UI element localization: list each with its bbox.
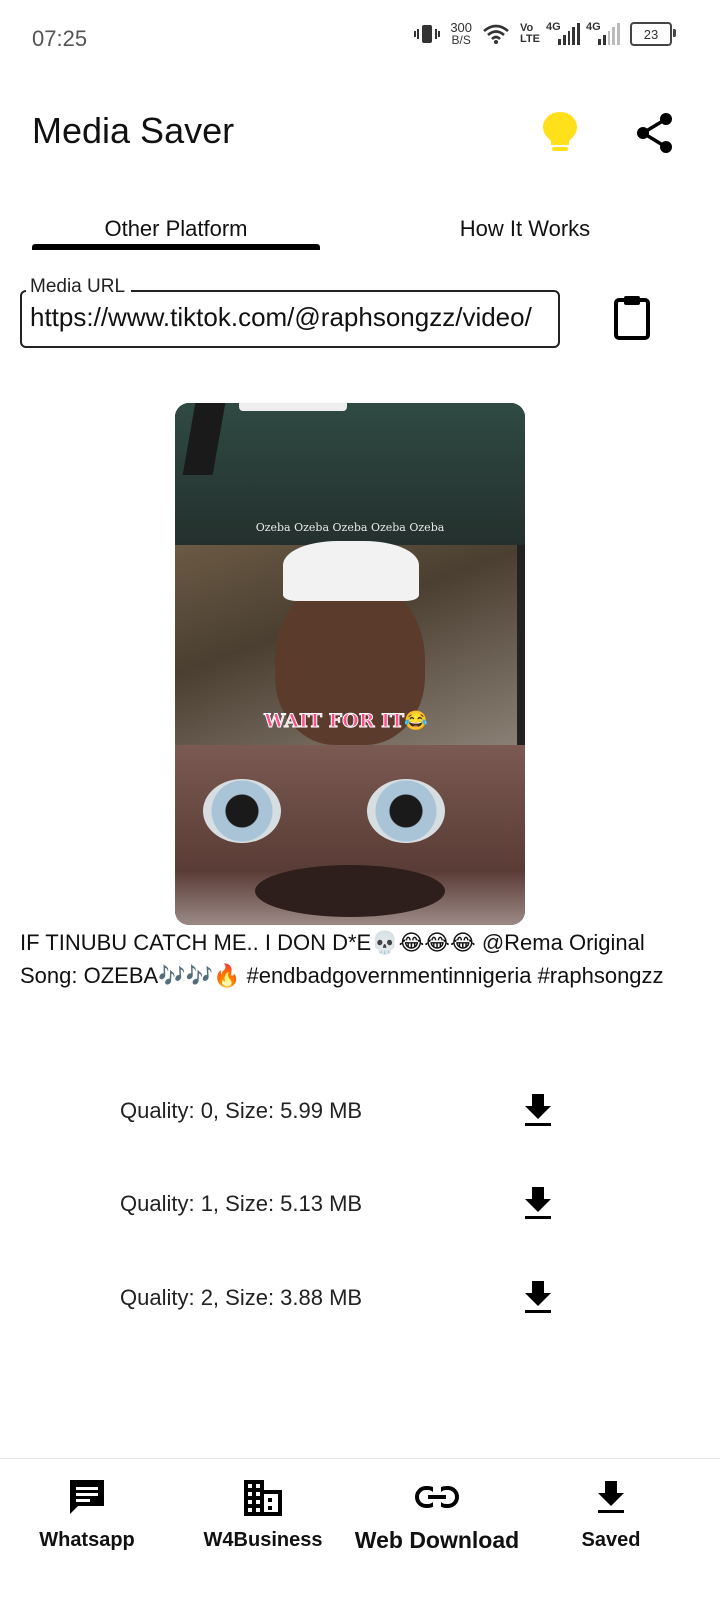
signal-sim1-icon: 4G [546,21,580,45]
tab-how-it-works[interactable]: How It Works [380,216,670,242]
download-icon[interactable] [518,1183,558,1223]
volte-indicator: Vo LTE [520,22,540,45]
link-icon [415,1486,459,1508]
net-speed: 300 B/S [450,20,473,47]
message-icon [70,1480,104,1514]
download-icon [598,1481,624,1513]
quality-label: Quality: 1, Size: 5.13 MB [120,1191,363,1216]
quality-row: Quality: 0, Size: 5.99 MB [0,1082,720,1142]
share-icon[interactable] [636,112,674,154]
download-icon[interactable] [518,1277,558,1317]
nav-item-saved[interactable]: Saved [526,1473,696,1552]
nav-item-web-download[interactable]: Web Download [352,1473,522,1554]
media-thumbnail: Ozeba Ozeba Ozeba Ozeba Ozeba WAIT FOR I… [175,403,525,925]
bottom-nav: Whatsapp W4Business Web Download Saved [0,1458,720,1613]
business-icon [244,1480,282,1516]
wifi-icon [483,24,509,44]
status-time: 07:25 [32,26,88,51]
download-icon[interactable] [518,1090,558,1130]
thumbnail-caption-mid: WAIT FOR IT😂 [264,710,429,733]
thumbnail-frame-2: WAIT FOR IT😂 [175,541,517,745]
quality-label: Quality: 2, Size: 3.88 MB [120,1285,363,1310]
nav-item-w4business[interactable]: W4Business [178,1473,348,1552]
media-caption: IF TINUBU CATCH ME.. I DON D*E💀😂😂😂 @Rema… [20,930,664,988]
app-title: Media Saver [32,110,235,151]
lightbulb-icon[interactable] [540,110,580,154]
nav-item-whatsapp[interactable]: Whatsapp [2,1473,172,1552]
tab-indicator [32,244,320,250]
status-icons: 300 B/S Vo LTE 4G 4G 23 [414,20,676,47]
tab-other-platform[interactable]: Other Platform [32,216,320,242]
quality-row: Quality: 2, Size: 3.88 MB [0,1269,720,1329]
thumbnail-caption-top: Ozeba Ozeba Ozeba Ozeba Ozeba [255,521,445,534]
clipboard-icon[interactable] [612,294,656,342]
quality-row: Quality: 1, Size: 5.13 MB [0,1175,720,1235]
battery-icon: 23 [630,22,676,46]
thumbnail-frame-3 [175,745,525,925]
media-url-label: Media URL [26,276,132,298]
quality-label: Quality: 0, Size: 5.99 MB [120,1098,363,1123]
signal-sim2-icon: 4G [586,21,620,45]
vibrate-icon [414,25,441,43]
media-url-input[interactable]: https://www.tiktok.com/@raphsongzz/video… [30,302,554,333]
thumbnail-frame-1: Ozeba Ozeba Ozeba Ozeba Ozeba [175,403,525,545]
